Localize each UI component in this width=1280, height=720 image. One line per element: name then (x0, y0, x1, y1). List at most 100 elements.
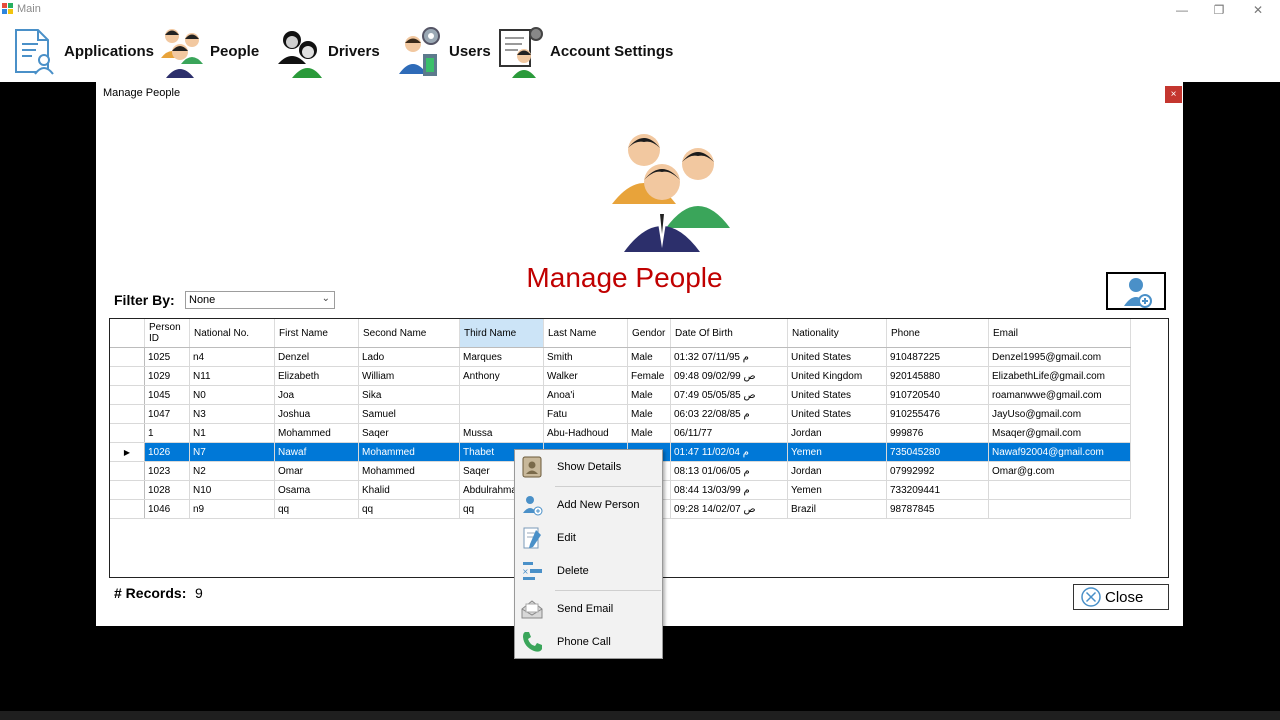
cell-email[interactable]: Msaqer@gmail.com (988, 423, 1131, 443)
cell-email[interactable]: Denzel1995@gmail.com (988, 347, 1131, 367)
table-row[interactable]: 1029 N11 Elizabeth William Anthony Walker Fema… (110, 366, 1131, 386)
cell-last-name[interactable]: Abu-Hadhoud (543, 423, 628, 443)
cell-first-name[interactable]: Nawaf (274, 442, 359, 462)
cell-person-id[interactable]: 1029 (144, 366, 190, 386)
col-date-of-birth[interactable]: Date Of Birth (670, 319, 788, 348)
cell-email[interactable]: roamanwwe@gmail.com (988, 385, 1131, 405)
cell-nationality[interactable]: Yemen (787, 480, 887, 500)
cell-email[interactable]: Omar@g.com (988, 461, 1131, 481)
cell-email[interactable] (988, 480, 1131, 500)
filter-dropdown[interactable]: None ⌄ (185, 291, 335, 309)
row-header[interactable] (110, 385, 145, 405)
close-window-button[interactable]: ✕ (1238, 0, 1278, 20)
cell-phone[interactable]: 735045280 (886, 442, 989, 462)
col-nationality[interactable]: Nationality (787, 319, 887, 348)
row-header[interactable] (110, 423, 145, 443)
cell-second-name[interactable]: Lado (358, 347, 460, 367)
cell-gendor[interactable]: Male (627, 404, 671, 424)
cell-national-no[interactable]: N1 (189, 423, 275, 443)
cell-second-name[interactable]: Mohammed (358, 461, 460, 481)
cell-third-name[interactable]: Anthony (459, 366, 544, 386)
cell-last-name[interactable]: Smith (543, 347, 628, 367)
add-person-button[interactable] (1106, 272, 1166, 310)
cell-first-name[interactable]: Denzel (274, 347, 359, 367)
col-first-name[interactable]: First Name (274, 319, 359, 348)
cell-email[interactable]: JayUso@gmail.com (988, 404, 1131, 424)
menu-people[interactable]: People (158, 20, 259, 82)
cell-national-no[interactable]: N11 (189, 366, 275, 386)
cell-date-of-birth[interactable]: م 01/06/05 08:13 (670, 461, 788, 481)
cell-second-name[interactable]: Khalid (358, 480, 460, 500)
cell-third-name[interactable] (459, 404, 544, 424)
table-row[interactable]: 1025 n4 Denzel Lado Marques Smith Male م 07/11/… (110, 347, 1131, 367)
ctx-edit[interactable]: Edit (515, 523, 662, 553)
cell-phone[interactable]: 910255476 (886, 404, 989, 424)
cell-email[interactable]: Nawaf92004@gmail.com (988, 442, 1131, 462)
cell-last-name[interactable]: Anoa'i (543, 385, 628, 405)
col-phone[interactable]: Phone (886, 319, 989, 348)
menu-drivers[interactable]: Drivers (276, 20, 380, 82)
row-header[interactable] (110, 404, 145, 424)
cell-phone[interactable]: 910720540 (886, 385, 989, 405)
cell-nationality[interactable]: Jordan (787, 423, 887, 443)
cell-last-name[interactable]: Walker (543, 366, 628, 386)
cell-person-id[interactable]: 1 (144, 423, 190, 443)
cell-phone[interactable]: 98787845 (886, 499, 989, 519)
cell-person-id[interactable]: 1046 (144, 499, 190, 519)
col-third-name[interactable]: Third Name (459, 319, 544, 348)
cell-second-name[interactable]: Sika (358, 385, 460, 405)
cell-date-of-birth[interactable]: م 13/03/99 08:44 (670, 480, 788, 500)
cell-nationality[interactable]: United States (787, 385, 887, 405)
cell-nationality[interactable]: Jordan (787, 461, 887, 481)
minimize-button[interactable]: — (1162, 0, 1202, 20)
form-close-button[interactable]: × (1165, 86, 1182, 103)
cell-phone[interactable]: 920145880 (886, 366, 989, 386)
cell-nationality[interactable]: United Kingdom (787, 366, 887, 386)
menu-users[interactable]: Users (397, 20, 491, 82)
cell-person-id[interactable]: 1023 (144, 461, 190, 481)
cell-national-no[interactable]: N10 (189, 480, 275, 500)
cell-national-no[interactable]: n4 (189, 347, 275, 367)
cell-nationality[interactable]: United States (787, 404, 887, 424)
row-header[interactable] (110, 366, 145, 386)
cell-nationality[interactable]: Yemen (787, 442, 887, 462)
ctx-send-email[interactable]: Send Email (515, 594, 662, 624)
cell-nationality[interactable]: Brazil (787, 499, 887, 519)
ctx-show-details[interactable]: Show Details (515, 452, 662, 482)
cell-phone[interactable]: 07992992 (886, 461, 989, 481)
cell-person-id[interactable]: 1045 (144, 385, 190, 405)
row-header[interactable] (110, 461, 145, 481)
menu-applications[interactable]: Applications (12, 20, 154, 82)
cell-gendor[interactable]: Male (627, 423, 671, 443)
cell-date-of-birth[interactable]: ص 05/05/85 07:49 (670, 385, 788, 405)
cell-date-of-birth[interactable]: ص 14/02/07 09:28 (670, 499, 788, 519)
cell-national-no[interactable]: n9 (189, 499, 275, 519)
cell-date-of-birth[interactable]: م 22/08/85 06:03 (670, 404, 788, 424)
cell-first-name[interactable]: Omar (274, 461, 359, 481)
cell-second-name[interactable]: Saqer (358, 423, 460, 443)
table-row[interactable]: 1 N1 Mohammed Saqer Mussa Abu-Hadhoud Male 06/1… (110, 423, 1131, 443)
menu-account-settings[interactable]: Account Settings (498, 20, 673, 82)
row-header[interactable]: ▶ (110, 442, 145, 462)
cell-date-of-birth[interactable]: م 11/02/04 01:47 (670, 442, 788, 462)
row-header[interactable] (110, 499, 145, 519)
ctx-delete[interactable]: × Delete (515, 556, 662, 586)
col-national-no[interactable]: National No. (189, 319, 275, 348)
cell-national-no[interactable]: N0 (189, 385, 275, 405)
cell-national-no[interactable]: N3 (189, 404, 275, 424)
cell-person-id[interactable]: 1026 (144, 442, 190, 462)
cell-person-id[interactable]: 1047 (144, 404, 190, 424)
cell-nationality[interactable]: United States (787, 347, 887, 367)
cell-email[interactable] (988, 499, 1131, 519)
col-last-name[interactable]: Last Name (543, 319, 628, 348)
cell-first-name[interactable]: Joa (274, 385, 359, 405)
close-button[interactable]: Close (1073, 584, 1169, 610)
cell-person-id[interactable]: 1028 (144, 480, 190, 500)
cell-first-name[interactable]: Mohammed (274, 423, 359, 443)
cell-first-name[interactable]: Joshua (274, 404, 359, 424)
cell-second-name[interactable]: Mohammed (358, 442, 460, 462)
ctx-phone-call[interactable]: Phone Call (515, 627, 662, 657)
table-row[interactable]: 1045 N0 Joa Sika Anoa'i Male ص 05/05/85 07:49 U… (110, 385, 1131, 405)
cell-first-name[interactable]: Elizabeth (274, 366, 359, 386)
cell-national-no[interactable]: N7 (189, 442, 275, 462)
